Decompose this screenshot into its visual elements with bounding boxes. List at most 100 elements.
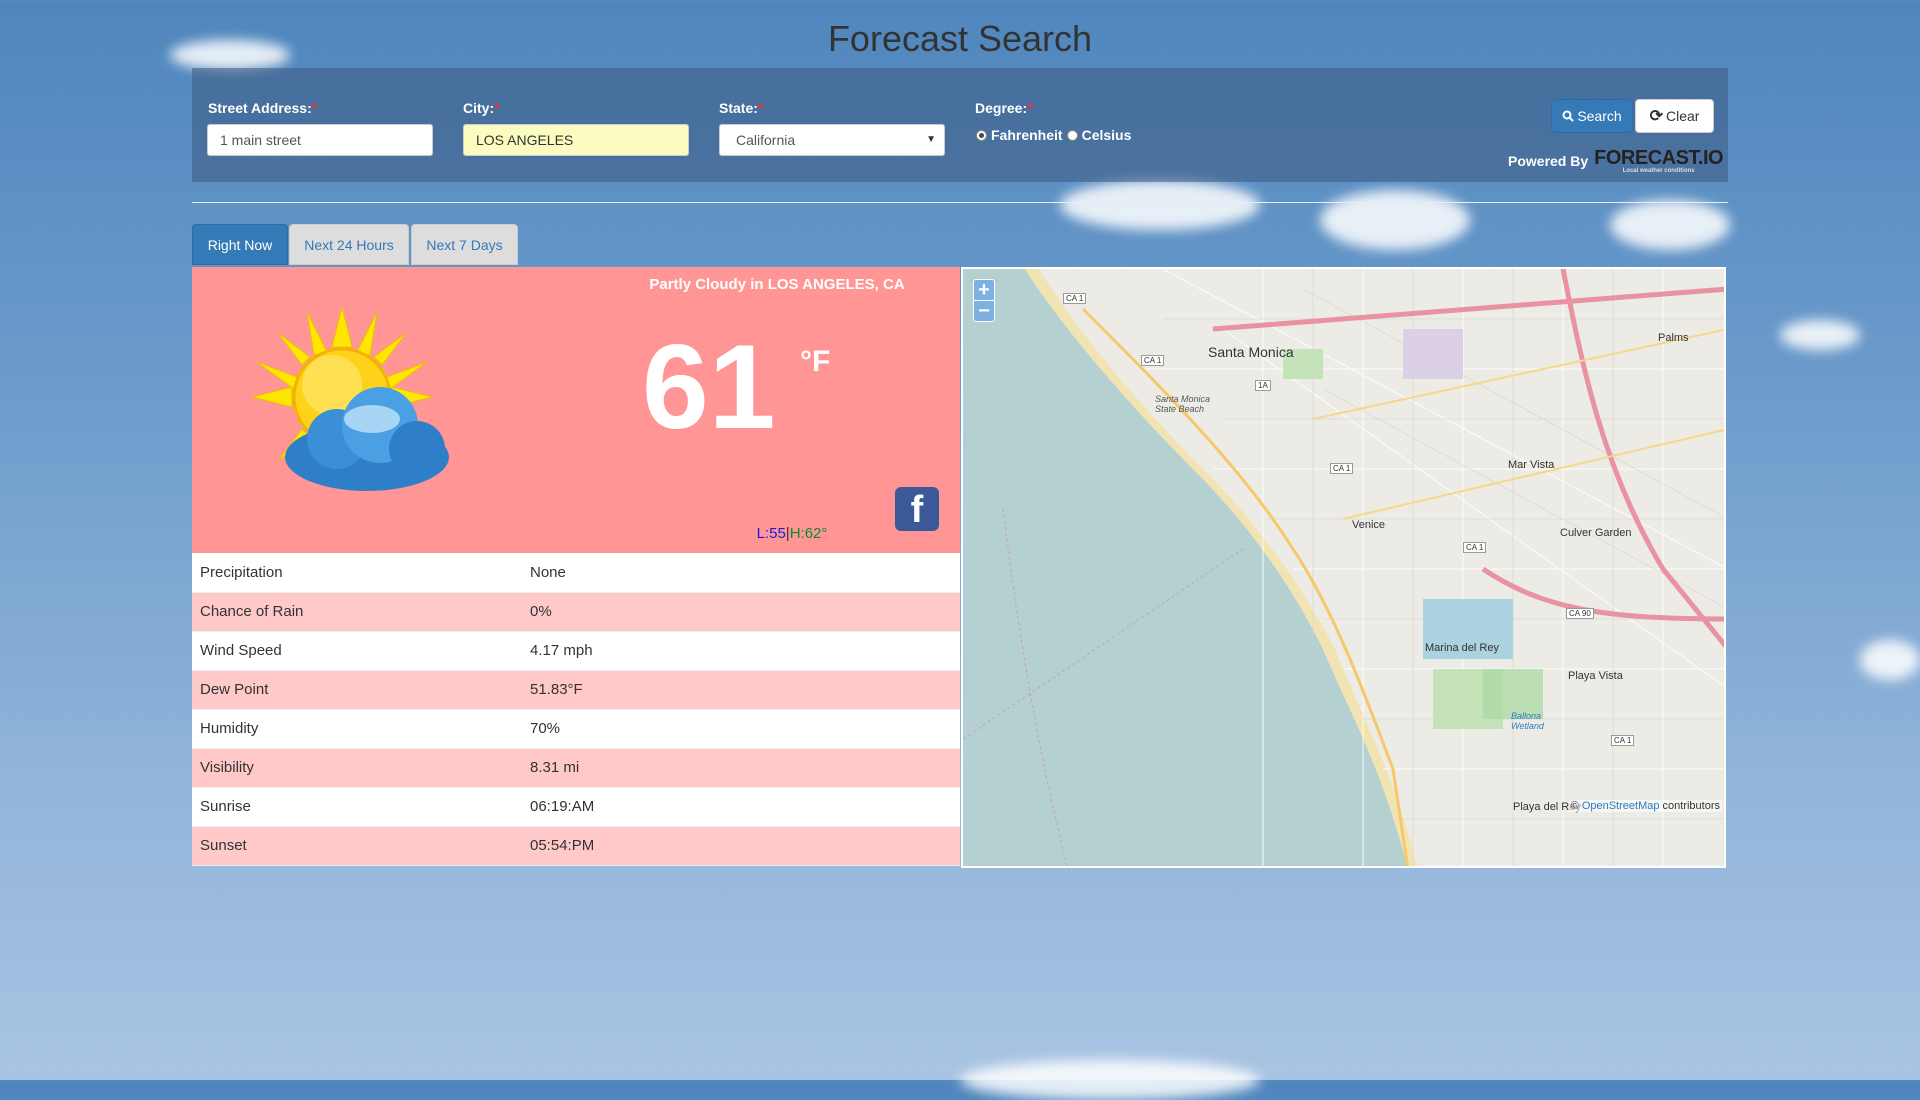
clear-button[interactable]: ⟳ Clear: [1635, 99, 1714, 133]
map-place-label: Marina del Rey: [1425, 642, 1499, 654]
details-row: Dew Point 51.83°F: [192, 670, 960, 710]
required-mark: *: [311, 100, 318, 116]
state-select[interactable]: California ▼: [719, 124, 945, 156]
map-tiles: [963, 269, 1724, 866]
celsius-radio[interactable]: [1066, 129, 1078, 141]
map-highway-label: CA 1: [1141, 355, 1165, 366]
details-label: Sunset: [192, 826, 522, 866]
details-value: 0%: [522, 592, 960, 632]
map-highway-label: CA 1: [1463, 542, 1487, 553]
details-label: Precipitation: [192, 553, 522, 593]
clear-button-label: Clear: [1665, 108, 1700, 124]
openstreetmap-link[interactable]: OpenStreetMap: [1582, 800, 1660, 812]
refresh-icon: ⟳: [1649, 108, 1663, 125]
map-place-label: Ballona Wetland: [1511, 711, 1544, 731]
city-input[interactable]: LOS ANGELES: [463, 124, 689, 156]
search-icon: [1562, 110, 1575, 122]
details-row: Sunset 05:54:PM: [192, 826, 960, 866]
divider: [192, 202, 1728, 203]
map-place-label: Santa Monica State Beach: [1155, 394, 1211, 414]
weather-summary: Partly Cloudy in LOS ANGELES, CA: [649, 276, 905, 293]
map-highway-label: CA 1: [1063, 293, 1087, 304]
celsius-label: Celsius: [1081, 127, 1132, 143]
details-row: Chance of Rain 0%: [192, 592, 960, 632]
map-highway-label: CA 1: [1611, 735, 1635, 746]
partly-cloudy-day-icon: [252, 307, 449, 491]
temperature-value: 61: [642, 320, 776, 454]
low-high: L:55|H:62°: [692, 525, 892, 542]
map-place-label: Santa Monica: [1208, 344, 1294, 360]
powered-by-text: Powered By: [1508, 153, 1589, 169]
low-temp: L:55: [756, 525, 786, 542]
powered-by: Powered By FORECAST.IO Local weather con…: [1508, 148, 1724, 174]
required-mark: *: [1027, 100, 1033, 116]
tab-next-7-days[interactable]: Next 7 Days: [411, 224, 518, 265]
details-label: Humidity: [192, 709, 522, 749]
page-title: Forecast Search: [827, 18, 1093, 59]
state-select-value: California: [736, 132, 796, 148]
degree-radio-group: Fahrenheit Celsius: [976, 127, 1131, 143]
map-place-label: Mar Vista: [1508, 459, 1555, 471]
map-highway-label: CA 90: [1566, 608, 1594, 619]
map-highway-label: 1A: [1255, 380, 1271, 391]
temperature-unit: °F: [800, 345, 831, 378]
fahrenheit-radio[interactable]: [976, 129, 987, 141]
required-mark: *: [494, 100, 500, 116]
details-row: Humidity 70%: [192, 709, 960, 749]
map-attribution: © OpenStreetMap contributors: [1568, 800, 1722, 812]
city-label: City:*: [463, 100, 500, 116]
details-label: Dew Point: [192, 670, 522, 710]
search-button-label: Search: [1577, 108, 1622, 124]
caret-down-icon: ▼: [926, 134, 936, 145]
map-place-label: Venice: [1352, 519, 1386, 531]
cloud: [960, 1060, 1260, 1100]
details-row: Sunrise 06:19:AM: [192, 787, 960, 827]
page: { "page_title": "Forecast Search", "form…: [0, 0, 1920, 1100]
current-weather-card: Partly Cloudy in LOS ANGELES, CA 61 °F L…: [192, 267, 960, 553]
cloud: [1060, 180, 1260, 230]
zoom-in-button[interactable]: +: [973, 279, 995, 301]
attribution-suffix: contributors: [1659, 800, 1720, 812]
details-value: 06:19:AM: [522, 787, 960, 827]
map-place-label: Palms: [1658, 332, 1689, 344]
facebook-share-button[interactable]: f: [895, 487, 939, 531]
cloud: [1610, 200, 1730, 250]
fahrenheit-label: Fahrenheit: [991, 127, 1063, 143]
tab-right-now[interactable]: Right Now: [192, 224, 288, 265]
details-label: Wind Speed: [192, 631, 522, 671]
forecast-io-logo[interactable]: FORECAST.IO Local weather conditions: [1594, 148, 1723, 174]
details-value: 70%: [522, 709, 960, 749]
details-row: Wind Speed 4.17 mph: [192, 631, 960, 671]
tab-next-24-hours[interactable]: Next 24 Hours: [289, 224, 409, 265]
state-label: State:*: [719, 100, 764, 116]
street-input[interactable]: 1 main street: [207, 124, 433, 156]
details-value: 4.17 mph: [522, 631, 960, 671]
details-label: Chance of Rain: [192, 592, 522, 632]
details-label: Sunrise: [192, 787, 522, 827]
zoom-out-button[interactable]: −: [973, 300, 995, 322]
details-label: Visibility: [192, 748, 522, 788]
details-value: 51.83°F: [522, 670, 960, 710]
cloud: [1320, 190, 1470, 250]
details-row: Visibility 8.31 mi: [192, 748, 960, 788]
details-value: 8.31 mi: [522, 748, 960, 788]
cloud: [1780, 320, 1860, 350]
map-place-label: Culver Garden: [1560, 527, 1632, 539]
required-mark: *: [757, 100, 764, 116]
search-button[interactable]: Search: [1551, 99, 1633, 133]
high-temp: H:62°: [789, 525, 828, 542]
details-value: 05:54:PM: [522, 826, 960, 866]
degree-label: Degree:*: [975, 100, 1033, 116]
details-value: None: [522, 553, 960, 593]
attribution-prefix: ©: [1570, 800, 1582, 812]
map-highway-label: CA 1: [1330, 463, 1354, 474]
facebook-icon: f: [910, 489, 924, 531]
details-row: Precipitation None: [192, 553, 960, 593]
map-place-label: Playa Vista: [1568, 670, 1623, 682]
street-label: Street Address:*: [208, 100, 318, 116]
map[interactable]: Santa Monica Mar Vista Venice Culver Gar…: [961, 267, 1726, 868]
brand-name: FORECAST.IO: [1594, 147, 1724, 169]
cloud: [1860, 640, 1920, 680]
details-table: Precipitation None Chance of Rain 0% Wind Sp…: [192, 553, 960, 866]
search-form: Street Address:* 1 main street City:* LO…: [192, 68, 1728, 182]
